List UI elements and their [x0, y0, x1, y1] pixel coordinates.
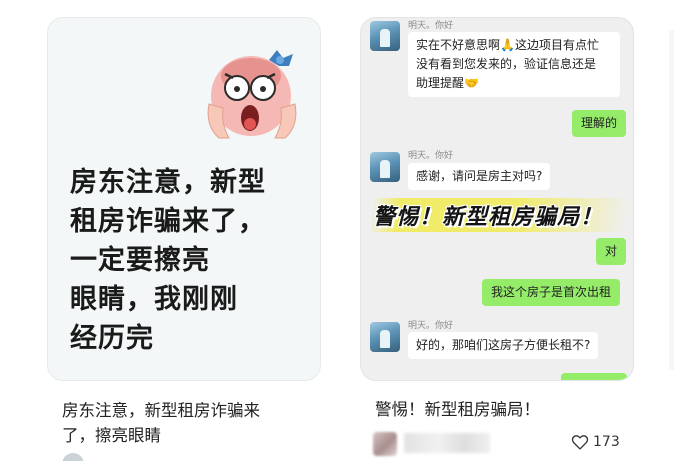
chat-bubble-incoming: 好的，那咱们这房子方便长租不?: [408, 332, 599, 359]
chat-bubble-outgoing: 理解的: [572, 110, 627, 137]
bubble-line: 助理提醒🤝: [416, 76, 479, 90]
author-name-blurred[interactable]: [404, 433, 490, 453]
chat-bubble-incoming: 实在不好意思啊🙏这边项目有点忙 没有看到您发来的，验证信息还是 助理提醒🤝: [408, 32, 620, 97]
title-line: 房东注意，新型租房诈骗来: [62, 401, 260, 420]
chat-avatar: [370, 21, 400, 51]
headline-line: 经历完: [70, 323, 154, 354]
chat-bubble-outgoing-partial: [561, 373, 627, 380]
chat-bubble-outgoing: 我这个房子是首次出租: [482, 279, 621, 306]
post-card-2-title[interactable]: 警惕！新型租房骗局！: [375, 399, 540, 421]
post-card-2-image[interactable]: 明天。你好 实在不好意思啊🙏这边项目有点忙 没有看到您发来的，验证信息还是 助理…: [360, 17, 634, 381]
bubble-line: 实在不好意思啊🙏这边项目有点忙: [416, 38, 599, 52]
screaming-face-icon: [207, 50, 297, 139]
headline-line: 一定要擦亮: [70, 245, 210, 276]
heart-icon: [571, 435, 589, 450]
chat-bubble-incoming: 感谢，请问是房主对吗?: [408, 163, 551, 190]
avatar[interactable]: [62, 453, 84, 461]
chat-sender-name: 明天。你好: [408, 151, 454, 161]
headline-line: 租房诈骗来了，: [70, 206, 266, 237]
headline-line: 房东注意，新型: [70, 167, 266, 198]
warning-banner-text: 警惕！新型租房骗局！: [373, 205, 604, 230]
chat-avatar: [370, 152, 400, 182]
post-card-1-title[interactable]: 房东注意，新型租房诈骗来 了，擦亮眼睛: [62, 398, 302, 448]
bubble-line: 没有看到您发来的，验证信息还是: [416, 57, 597, 71]
headline-line: 眼睛，我刚刚: [70, 284, 238, 315]
next-card-edge: [669, 30, 674, 370]
like-button[interactable]: 173: [571, 434, 620, 450]
avatar[interactable]: [373, 432, 397, 456]
chat-bubble-outgoing: 对: [596, 238, 627, 265]
title-line: 了，擦亮眼睛: [62, 426, 161, 445]
chat-avatar: [370, 322, 400, 352]
chat-sender-name: 明天。你好: [408, 21, 454, 31]
post-card-1-image[interactable]: 房东注意，新型 租房诈骗来了， 一定要擦亮 眼睛，我刚刚 经历完: [47, 17, 321, 381]
card-1-headline: 房东注意，新型 租房诈骗来了， 一定要擦亮 眼睛，我刚刚 经历完: [70, 163, 310, 358]
like-count: 173: [593, 434, 620, 450]
chat-sender-name: 明天。你好: [408, 321, 454, 331]
